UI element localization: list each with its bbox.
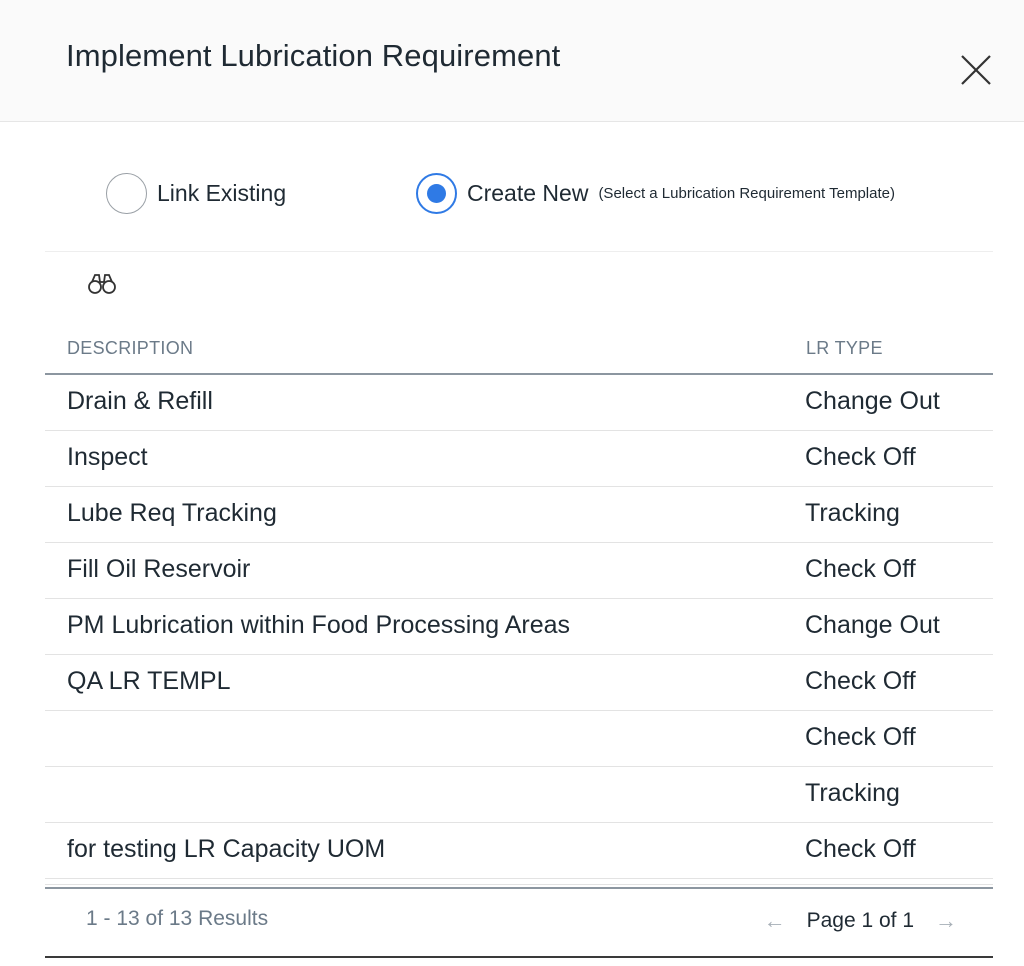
table-body: Drain & Refill Change Out Inspect Check … (45, 375, 993, 879)
table-row[interactable]: PM Lubrication within Food Processing Ar… (45, 599, 993, 655)
cell-lr-type: Check Off (805, 723, 916, 751)
page-indicator: Page 1 of 1 (806, 909, 914, 932)
link-existing-label[interactable]: Link Existing (157, 180, 286, 207)
section-divider (45, 251, 993, 252)
table-row[interactable]: for testing LR Capacity UOM Check Off (45, 823, 993, 879)
cell-lr-type: Check Off (805, 443, 916, 471)
cell-lr-type: Change Out (805, 387, 940, 415)
link-existing-option[interactable]: Link Existing (106, 168, 286, 218)
dialog-header: Implement Lubrication Requirement (0, 0, 1024, 122)
table-row[interactable]: QA LR TEMPL Check Off (45, 655, 993, 711)
dialog-title: Implement Lubrication Requirement (66, 38, 561, 73)
column-header-lr-type[interactable]: LR TYPE (806, 338, 883, 359)
arrow-left-icon[interactable]: ← (761, 908, 789, 934)
results-count: 1 - 13 of 13 Results (86, 907, 269, 930)
cell-description: for testing LR Capacity UOM (67, 835, 386, 863)
cell-lr-type: Tracking (805, 779, 900, 807)
table-row[interactable]: Fill Oil Reservoir Check Off (45, 543, 993, 599)
cell-description: Lube Req Tracking (67, 499, 277, 527)
create-new-option[interactable]: Create New (Select a Lubrication Require… (416, 168, 895, 218)
create-new-label[interactable]: Create New (467, 180, 588, 207)
cell-description: Fill Oil Reservoir (67, 555, 251, 583)
binoculars-icon[interactable] (86, 272, 118, 296)
table-row[interactable]: Check Off (45, 711, 993, 767)
table-row[interactable]: Tracking (45, 767, 993, 823)
footer-divider (45, 887, 993, 889)
table-row[interactable]: Lube Req Tracking Tracking (45, 487, 993, 543)
create-new-radio[interactable] (416, 172, 457, 214)
arrow-right-icon[interactable]: → (932, 908, 960, 934)
table-end-divider (45, 884, 993, 885)
mode-radio-group: Link Existing Create New (Select a Lubri… (0, 168, 1024, 218)
column-header-description[interactable]: DESCRIPTION (67, 338, 193, 359)
close-button[interactable] (958, 52, 994, 88)
table-row[interactable]: Drain & Refill Change Out (45, 375, 993, 431)
link-existing-radio[interactable] (106, 172, 147, 214)
cell-description: Drain & Refill (67, 387, 213, 415)
cell-lr-type: Check Off (805, 555, 916, 583)
cell-lr-type: Change Out (805, 611, 940, 639)
table-row[interactable]: Inspect Check Off (45, 431, 993, 487)
pagination: ← Page 1 of 1 → (761, 903, 960, 939)
cell-description: QA LR TEMPL (67, 667, 231, 695)
cell-description: Inspect (67, 443, 148, 471)
cell-lr-type: Check Off (805, 667, 916, 695)
close-icon[interactable] (958, 52, 994, 88)
search-button[interactable] (86, 272, 118, 296)
cell-lr-type: Check Off (805, 835, 916, 863)
cell-lr-type: Tracking (805, 499, 900, 527)
create-new-hint: (Select a Lubrication Requirement Templa… (598, 184, 895, 202)
bottom-border (45, 956, 993, 958)
cell-description: PM Lubrication within Food Processing Ar… (67, 611, 571, 639)
